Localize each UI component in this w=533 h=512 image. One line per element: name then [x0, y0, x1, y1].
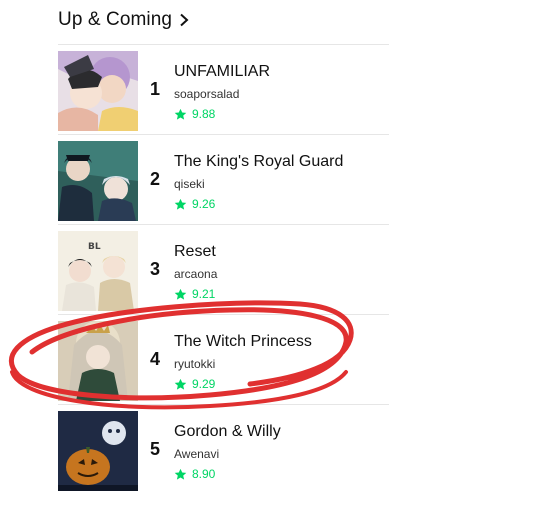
- rating-value: 9.29: [192, 377, 216, 391]
- cover-thumbnail[interactable]: [58, 411, 138, 491]
- star-icon: [174, 468, 187, 480]
- rating-value: 9.88: [192, 107, 216, 121]
- section-header[interactable]: Up & Coming: [58, 8, 190, 32]
- rating-value: 9.21: [192, 287, 216, 301]
- star-icon: [174, 288, 187, 300]
- rating-value: 9.26: [192, 197, 216, 211]
- author-name: arcaona: [174, 267, 218, 281]
- star-icon: [174, 198, 187, 210]
- rating: 9.26: [174, 197, 215, 211]
- rank-number: 1: [150, 79, 161, 99]
- star-icon: [174, 378, 187, 390]
- chevron-right-icon[interactable]: [178, 13, 190, 27]
- rating: 9.21: [174, 287, 215, 301]
- series-title[interactable]: Reset: [174, 243, 216, 261]
- rank-number: 3: [150, 259, 161, 279]
- rank-number: 4: [150, 349, 161, 369]
- series-title[interactable]: Gordon & Willy: [174, 423, 281, 441]
- author-name: qiseki: [174, 177, 205, 191]
- series-title[interactable]: The Witch Princess: [174, 333, 312, 351]
- cover-thumbnail[interactable]: [58, 141, 138, 221]
- author-name: ryutokki: [174, 357, 216, 371]
- rating: 9.29: [174, 377, 215, 391]
- cover-thumbnail[interactable]: [58, 51, 138, 131]
- list-item[interactable]: 5 Gordon & Willy Awenavi 8.90: [58, 404, 389, 494]
- rating-value: 8.90: [192, 467, 216, 481]
- rating: 9.88: [174, 107, 215, 121]
- star-icon: [174, 108, 187, 120]
- cover-thumbnail[interactable]: [58, 321, 138, 401]
- series-title[interactable]: The King's Royal Guard: [174, 153, 343, 171]
- cover-thumbnail[interactable]: BL: [58, 231, 138, 311]
- author-name: Awenavi: [174, 447, 220, 461]
- up-coming-list: 1 UNFAMILIAR soaporsalad 9.88 2 The King…: [58, 44, 389, 494]
- rank-number: 2: [150, 169, 161, 189]
- rank-number: 5: [150, 439, 161, 459]
- rating: 8.90: [174, 467, 215, 481]
- series-title[interactable]: UNFAMILIAR: [174, 63, 270, 81]
- cover-badge: BL: [88, 242, 101, 252]
- author-name: soaporsalad: [174, 87, 240, 101]
- section-title[interactable]: Up & Coming: [58, 9, 172, 31]
- list-item[interactable]: 1 UNFAMILIAR soaporsalad 9.88: [58, 44, 389, 134]
- list-item[interactable]: BL 3 Reset arcaona 9.21: [58, 224, 389, 314]
- list-item[interactable]: 2 The King's Royal Guard qiseki 9.26: [58, 134, 389, 224]
- list-item[interactable]: 4 The Witch Princess ryutokki 9.29: [58, 314, 389, 404]
